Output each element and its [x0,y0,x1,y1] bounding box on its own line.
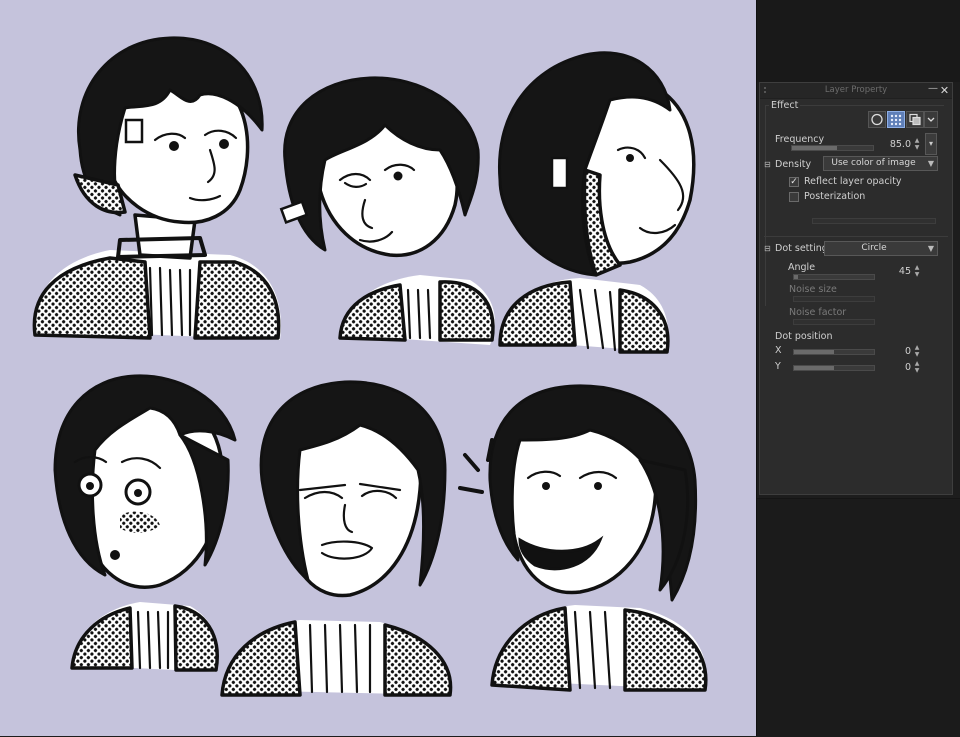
reflect-opacity-checkbox[interactable]: ✓ [789,177,799,187]
effect-more-button[interactable] [924,111,938,128]
chevron-down-icon [927,117,935,122]
frequency-dropdown-button[interactable]: ▾ [925,133,937,155]
density-label: Density [775,159,812,170]
close-icon[interactable]: ✕ [939,83,950,98]
panel-title: Layer Property [824,85,888,95]
dot-position-y-label: Y [775,361,781,372]
dot-position-y-value[interactable]: 0 [871,362,911,373]
chevron-down-icon: ▼ [927,244,934,253]
dot-position-x-fill [794,350,834,354]
noise-size-slider [793,296,875,302]
dot-position-y-fill [794,366,834,370]
layer-color-icon [909,113,921,126]
posterization-checkbox[interactable] [789,192,799,202]
angle-value[interactable]: 45 [871,266,911,277]
posterization-slider [812,218,936,224]
dot-position-x-spin-icon[interactable]: ▲ ▼ [913,344,921,358]
angle-label: Angle [788,262,816,273]
angle-spin-icon[interactable]: ▲ ▼ [913,264,921,278]
density-select[interactable]: Use color of image ▼ [823,156,938,171]
layer-color-button[interactable] [906,111,924,128]
posterization-label: Posterization [804,191,866,202]
layer-property-panel: Layer Property — ✕ Effect Frequency 85.0… [759,82,953,495]
dot-position-y-spin-icon[interactable]: ▲ ▼ [913,360,921,374]
border-effect-icon [871,113,883,126]
frequency-slider[interactable] [791,145,874,151]
density-selected: Use color of image [831,158,916,168]
chevron-down-icon: ▼ [927,159,934,168]
border-effect-button[interactable] [868,111,886,128]
dot-settings-select[interactable]: Circle ▼ [824,241,938,256]
dock-top-area [757,0,960,82]
dot-settings-collapse-icon[interactable]: ⊟ [764,244,771,253]
noise-size-label: Noise size [789,284,837,295]
dot-position-x-slider[interactable] [793,349,875,355]
frequency-slider-fill [792,146,837,150]
drawing-canvas[interactable] [0,0,756,736]
frequency-label: Frequency [775,134,825,145]
minus-icon[interactable]: — [928,83,938,98]
illustration [0,0,756,736]
dot-position-y-slider[interactable] [793,365,875,371]
angle-slider-fill [794,275,798,279]
dot-position-x-value[interactable]: 0 [871,346,911,357]
tone-effect-icon [890,114,902,126]
dot-position-label: Dot position [775,331,833,342]
angle-slider[interactable] [793,274,875,280]
reflect-opacity-label: Reflect layer opacity [804,176,902,187]
dot-position-x-label: X [775,345,782,356]
noise-factor-slider [793,319,875,325]
noise-factor-label: Noise factor [789,307,847,318]
frequency-value[interactable]: 85.0 [871,139,911,150]
tone-effect-button[interactable] [887,111,905,128]
dock-lower-area [757,498,960,737]
divider [764,236,948,237]
effect-label: Effect [769,100,801,111]
dot-settings-selected: Circle [861,243,887,253]
density-collapse-icon[interactable]: ⊟ [764,160,771,169]
frequency-spin-icon[interactable]: ▲ ▼ [913,137,921,151]
panel-titlebar[interactable]: Layer Property — ✕ [760,83,952,99]
